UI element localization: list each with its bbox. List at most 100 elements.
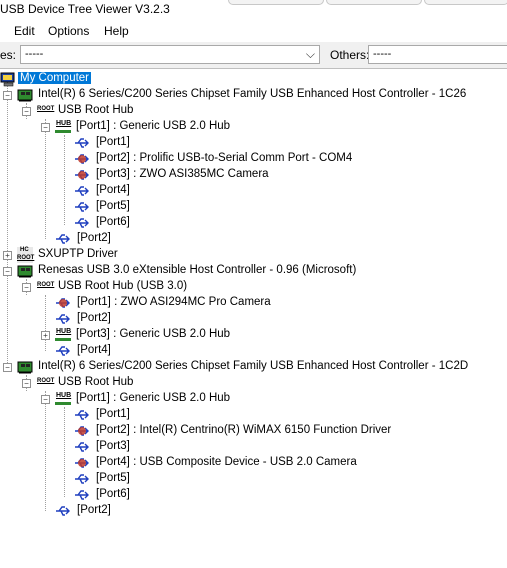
- tree-item-root-hub[interactable]: ROOT USB Root Hub: [0, 375, 300, 391]
- title-bar: USB Device Tree Viewer V3.2.3: [0, 0, 507, 19]
- tree-item-hub-port[interactable]: HUB [Port1] : Generic USB 2.0 Hub: [0, 391, 300, 407]
- tree-item-port[interactable]: [Port1] : ZWO ASI294MC Pro Camera: [0, 295, 400, 311]
- hub-icon: HUB: [55, 327, 71, 343]
- tree-label: [Port2]: [77, 312, 111, 324]
- usb-port-icon: [74, 199, 90, 215]
- root-hub-icon: ROOT: [37, 282, 55, 288]
- devices-filter-label: es:: [0, 48, 17, 62]
- menu-help[interactable]: Help: [104, 24, 129, 38]
- usb-device-icon: [55, 295, 71, 311]
- tree-item-port[interactable]: [Port3] : ZWO ASI385MC Camera: [0, 167, 400, 183]
- tree-label: Renesas USB 3.0 eXtensible Host Controll…: [38, 264, 357, 276]
- window-tab-decoration: [326, 0, 422, 5]
- tree-label: [Port5]: [96, 200, 130, 212]
- tree-label: [Port1]: [96, 136, 130, 148]
- tree-item-controller[interactable]: Intel(R) 6 Series/C200 Series Chipset Fa…: [0, 87, 507, 103]
- usb-device-icon: [74, 423, 90, 439]
- root-hub-icon: ROOT: [37, 378, 55, 384]
- tree-item-port[interactable]: [Port4]: [0, 183, 300, 199]
- tree-item-port[interactable]: [Port2] : Prolific USB-to-Serial Comm Po…: [0, 151, 400, 167]
- tree-label: [Port2]: [77, 232, 111, 244]
- tree-label: Intel(R) 6 Series/C200 Series Chipset Fa…: [38, 88, 467, 100]
- tree-item-hub-port[interactable]: HUB [Port1] : Generic USB 2.0 Hub: [0, 119, 300, 135]
- tree-item-port[interactable]: [Port4] : USB Composite Device - USB 2.0…: [0, 455, 420, 471]
- others-filter-label: Others:: [330, 48, 370, 62]
- tree-item-controller[interactable]: Intel(R) 6 Series/C200 Series Chipset Fa…: [0, 359, 507, 375]
- tree-label: [Port2]: [77, 504, 111, 516]
- others-filter-value: -----: [373, 48, 392, 60]
- tree-label: [Port6]: [96, 216, 130, 228]
- tree-item-port[interactable]: [Port2]: [0, 231, 300, 247]
- tree-label: [Port1] : Generic USB 2.0 Hub: [76, 120, 231, 132]
- controller-chip-icon: [17, 87, 33, 103]
- tree-label: [Port2] : Prolific USB-to-Serial Comm Po…: [96, 152, 353, 164]
- usb-port-icon: [55, 503, 71, 519]
- tree-item-port[interactable]: [Port2] : Intel(R) Centrino(R) WiMAX 615…: [0, 423, 420, 439]
- tree-item-driver[interactable]: HC ROOT SXUPTP Driver: [0, 247, 300, 263]
- tree-item-my-computer[interactable]: My Computer: [0, 71, 300, 87]
- tree-item-controller[interactable]: Renesas USB 3.0 eXtensible Host Controll…: [0, 263, 507, 279]
- usb-port-icon: [74, 407, 90, 423]
- tree-item-port[interactable]: [Port5]: [0, 199, 300, 215]
- others-filter-select[interactable]: -----: [368, 45, 507, 64]
- tree-item-port[interactable]: [Port5]: [0, 471, 300, 487]
- controller-chip-icon: [17, 359, 33, 375]
- tree-item-port[interactable]: [Port1]: [0, 135, 300, 151]
- tree-label: [Port4]: [77, 344, 111, 356]
- tree-label: [Port4] : USB Composite Device - USB 2.0…: [96, 456, 357, 468]
- tree-label: [Port6]: [96, 488, 130, 500]
- tree-label: [Port3]: [96, 440, 130, 452]
- tree-label: [Port1] : ZWO ASI294MC Pro Camera: [77, 296, 271, 308]
- tree-label: [Port3] : ZWO ASI385MC Camera: [96, 168, 269, 180]
- hub-icon: HUB: [55, 391, 71, 407]
- usb-device-icon: [74, 151, 90, 167]
- tree-label: [Port1] : Generic USB 2.0 Hub: [76, 392, 231, 404]
- tree-label: My Computer: [18, 72, 92, 84]
- window-tab-decoration: [424, 0, 507, 5]
- usb-port-icon: [74, 135, 90, 151]
- menu-edit[interactable]: Edit: [14, 24, 35, 38]
- menu-bar: Edit Options Help: [0, 21, 507, 41]
- host-controller-icon: HC ROOT: [17, 247, 35, 263]
- tree-label: [Port3] : Generic USB 2.0 Hub: [76, 328, 231, 340]
- window-tab-decoration: [228, 0, 324, 5]
- controller-chip-icon: [17, 263, 33, 279]
- tree-item-root-hub[interactable]: ROOT USB Root Hub: [0, 103, 300, 119]
- tree-label: [Port2] : Intel(R) Centrino(R) WiMAX 615…: [96, 424, 392, 436]
- usb-port-icon: [74, 439, 90, 455]
- tree-label: Intel(R) 6 Series/C200 Series Chipset Fa…: [38, 360, 469, 372]
- usb-port-icon: [74, 487, 90, 503]
- tree-label: USB Root Hub: [58, 104, 134, 116]
- usb-port-icon: [74, 183, 90, 199]
- chevron-down-icon: ⌵: [305, 47, 315, 61]
- menu-options[interactable]: Options: [48, 24, 89, 38]
- tree-item-port[interactable]: [Port6]: [0, 487, 300, 503]
- usb-device-icon: [74, 167, 90, 183]
- tree-label: USB Root Hub: [58, 376, 134, 388]
- tree-item-port[interactable]: [Port4]: [0, 343, 300, 359]
- tree-label: [Port4]: [96, 184, 130, 196]
- usb-port-icon: [74, 471, 90, 487]
- hub-icon: HUB: [55, 119, 71, 135]
- tree-item-root-hub[interactable]: ROOT USB Root Hub (USB 3.0): [0, 279, 300, 295]
- usb3-port-icon: [55, 311, 71, 327]
- tree-item-port[interactable]: [Port2]: [0, 311, 300, 327]
- tree-label: [Port1]: [96, 408, 130, 420]
- devices-filter-select[interactable]: ----- ⌵: [20, 45, 320, 64]
- usb-port-icon: [74, 215, 90, 231]
- tree-item-port[interactable]: [Port6]: [0, 215, 300, 231]
- tree-item-port[interactable]: [Port2]: [0, 503, 300, 519]
- usb-device-icon: [74, 455, 90, 471]
- computer-icon: [0, 71, 16, 87]
- devices-filter-value: -----: [25, 48, 44, 60]
- usb-port-icon: [55, 231, 71, 247]
- device-tree[interactable]: My Computer − Intel(R) 6 Series/C200 Ser…: [0, 68, 507, 568]
- tree-item-port[interactable]: [Port3]: [0, 439, 300, 455]
- tree-item-port[interactable]: [Port1]: [0, 407, 300, 423]
- tree-item-hub-port[interactable]: HUB [Port3] : Generic USB 2.0 Hub: [0, 327, 300, 343]
- window-title: USB Device Tree Viewer V3.2.3: [0, 2, 170, 16]
- tree-label: SXUPTP Driver: [38, 248, 118, 260]
- tree-label: [Port5]: [96, 472, 130, 484]
- tree-label: USB Root Hub (USB 3.0): [58, 280, 188, 292]
- usb3-port-icon: [55, 343, 71, 359]
